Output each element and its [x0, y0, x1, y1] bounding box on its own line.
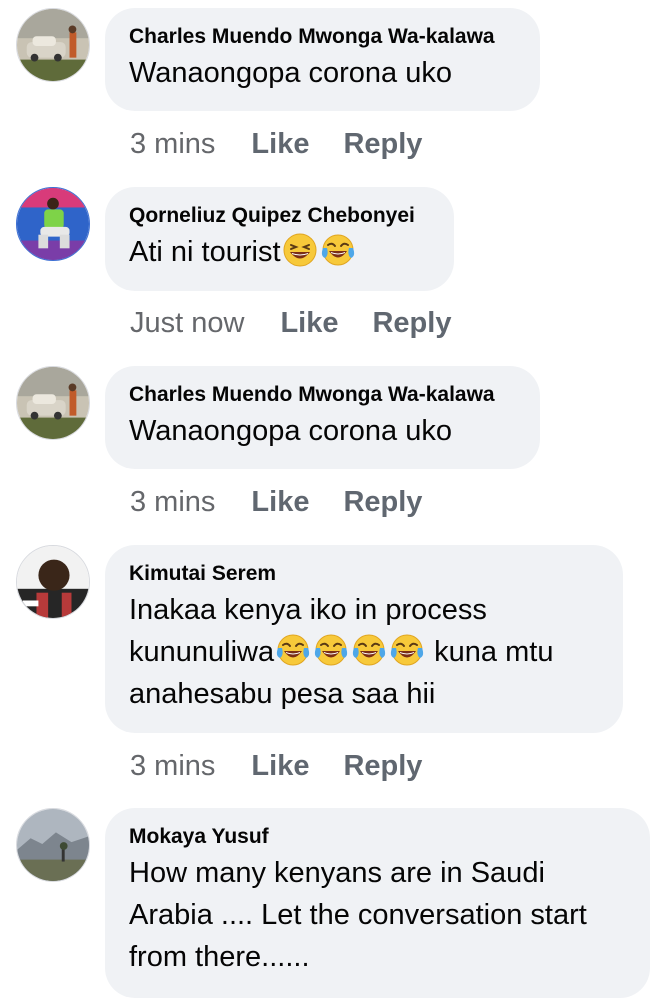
face-with-tears-of-joy-icon	[320, 232, 356, 268]
like-button[interactable]: Like	[251, 750, 309, 782]
avatar-photo-car-icon	[17, 9, 89, 81]
face-with-tears-of-joy-icon	[275, 632, 311, 668]
comment-text-line: Inakaa kenya iko in process	[129, 594, 487, 626]
comment-timestamp[interactable]: 3 mins	[130, 486, 215, 518]
reply-button[interactable]: Reply	[343, 128, 422, 160]
comment-actions: 3 mins Like Reply	[130, 746, 422, 786]
reply-button[interactable]: Reply	[343, 750, 422, 782]
avatar[interactable]	[16, 187, 90, 261]
comment-text-segment: kuna mtu	[434, 636, 554, 668]
face-with-tears-of-joy-icon	[351, 632, 387, 668]
comment-text: Wanaongopa corona uko	[129, 415, 452, 447]
comment-author[interactable]: Kimutai Serem	[129, 561, 597, 587]
comment-text: Inakaa kenya iko in process kununuliwa k…	[129, 589, 597, 715]
avatar[interactable]	[16, 808, 90, 882]
comment-timestamp[interactable]: Just now	[130, 307, 244, 339]
comment-actions: Just now Like Reply	[130, 303, 451, 343]
like-button[interactable]: Like	[251, 486, 309, 518]
grinning-squinting-face-icon	[282, 232, 318, 268]
comment-bubble: Mokaya Yusuf How many kenyans are in Sau…	[105, 808, 650, 998]
comment-author[interactable]: Qorneliuz Quipez Chebonyei	[129, 203, 428, 229]
comment-bubble: Charles Muendo Mwonga Wa-kalawa Wanaongo…	[105, 366, 540, 469]
comment-text-segment: kununuliwa	[129, 636, 275, 668]
comment-timestamp[interactable]: 3 mins	[130, 128, 215, 160]
comment-text-line: anahesabu pesa saa hii	[129, 678, 436, 710]
reply-button[interactable]: Reply	[372, 307, 451, 339]
comment-text-segment: Ati ni tourist	[129, 236, 281, 268]
avatar-photo-landscape-icon	[17, 809, 89, 881]
comment-bubble: Kimutai Serem Inakaa kenya iko in proces…	[105, 545, 623, 733]
comment-actions: 3 mins Like Reply	[130, 482, 422, 522]
comment-author[interactable]: Mokaya Yusuf	[129, 824, 624, 850]
like-button[interactable]: Like	[280, 307, 338, 339]
comment-actions: 3 mins Like Reply	[130, 124, 422, 164]
comment-author[interactable]: Charles Muendo Mwonga Wa-kalawa	[129, 24, 514, 50]
comment-bubble: Qorneliuz Quipez Chebonyei Ati ni touris…	[105, 187, 454, 291]
avatar[interactable]	[16, 8, 90, 82]
avatar[interactable]	[16, 366, 90, 440]
avatar-photo-person-icon	[17, 188, 89, 260]
comment-text-line: kununuliwa kuna mtu	[129, 631, 597, 673]
like-button[interactable]: Like	[251, 128, 309, 160]
face-with-tears-of-joy-icon	[313, 632, 349, 668]
comment-text-line: Arabia .... Let the conversation start	[129, 899, 587, 931]
comment-author[interactable]: Charles Muendo Mwonga Wa-kalawa	[129, 382, 514, 408]
avatar-photo-car-icon	[17, 367, 89, 439]
comment-text-line: from there......	[129, 941, 310, 973]
avatar[interactable]	[16, 545, 90, 619]
avatar-photo-person-icon	[17, 546, 89, 618]
comment-bubble: Charles Muendo Mwonga Wa-kalawa Wanaongo…	[105, 8, 540, 111]
reply-button[interactable]: Reply	[343, 486, 422, 518]
comment-text: Ati ni tourist	[129, 231, 428, 273]
face-with-tears-of-joy-icon	[389, 632, 425, 668]
comment-text: How many kenyans are in Saudi Arabia ...…	[129, 852, 624, 978]
comment-timestamp[interactable]: 3 mins	[130, 750, 215, 782]
comment-text-line: How many kenyans are in Saudi	[129, 857, 545, 889]
comment-text: Wanaongopa corona uko	[129, 57, 452, 89]
